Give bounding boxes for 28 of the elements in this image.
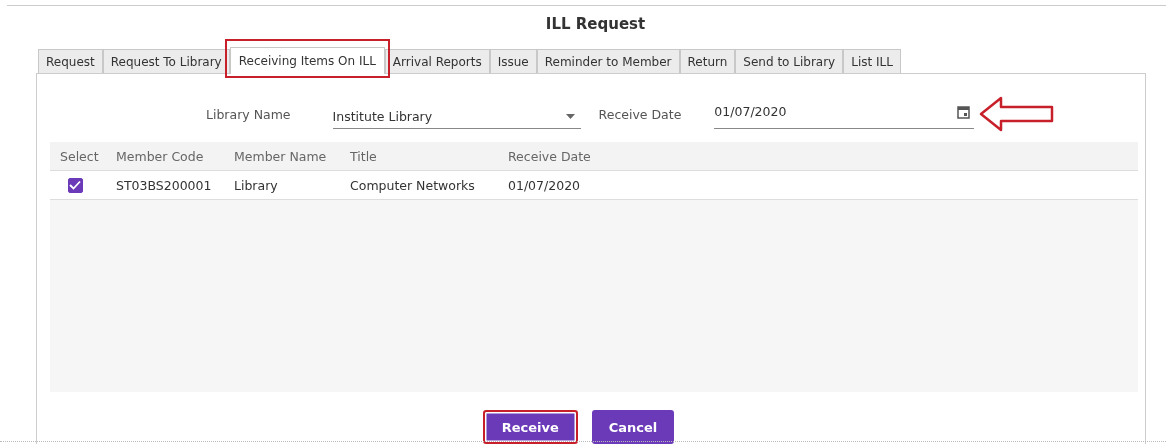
- window-title: ILL Request: [544, 15, 647, 35]
- table-cell-text: ST03BS200001: [115, 177, 213, 193]
- field-label: Library Name: [206, 106, 291, 122]
- column-header: Select: [59, 148, 100, 164]
- date-field[interactable]: 01/07/2020: [714, 99, 975, 129]
- table-cell-text: 01/07/2020: [507, 177, 582, 193]
- field-label: Receive Date: [598, 106, 682, 122]
- column-header: Receive Date: [507, 148, 592, 164]
- action-button[interactable]: Receive: [482, 410, 578, 444]
- tab[interactable]: List ILL: [843, 49, 901, 73]
- tab[interactable]: Reminder to Member: [536, 49, 680, 73]
- dropdown-caret-icon: [565, 114, 575, 119]
- table-cell-text: Computer Networks: [349, 177, 476, 193]
- tab[interactable]: Send to Library: [735, 49, 844, 73]
- action-button[interactable]: Cancel: [591, 410, 675, 444]
- tab[interactable]: Receiving Items On ILL: [229, 47, 385, 74]
- tab[interactable]: Arrival Reports: [384, 49, 490, 73]
- calendar-icon[interactable]: [957, 104, 971, 119]
- table-cell-text: Library: [233, 177, 279, 193]
- column-header: Title: [349, 148, 378, 164]
- library-dropdown[interactable]: Institute Library: [332, 99, 581, 129]
- row-checkbox[interactable]: [67, 177, 83, 193]
- column-header: Member Code: [115, 148, 205, 164]
- column-header: Member Name: [233, 148, 328, 164]
- tab[interactable]: Request To Library: [102, 49, 230, 73]
- tab[interactable]: Issue: [489, 49, 537, 73]
- tab[interactable]: Return: [679, 49, 736, 73]
- tab[interactable]: Request: [38, 49, 103, 73]
